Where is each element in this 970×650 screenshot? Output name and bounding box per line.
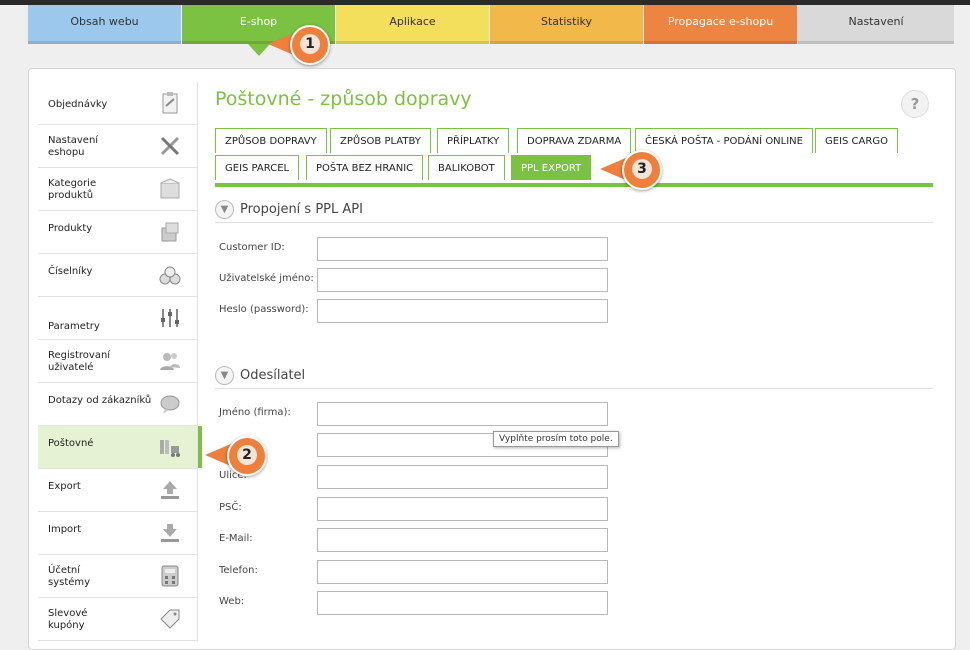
sidebar-item-label: Účetní systémy: [48, 565, 91, 588]
tab-geis-cargo[interactable]: GEIS CARGO: [815, 128, 898, 153]
arrow-down-circle-icon: ▼: [215, 366, 234, 385]
field-label: Jméno (firma):: [219, 407, 291, 418]
sidebar: Objednávky Nastavení eshopu Kategorie pr…: [38, 82, 202, 641]
users-icon: [160, 353, 180, 370]
section-divider: [215, 222, 933, 223]
tab-geis-parcel[interactable]: GEIS PARCEL: [215, 155, 300, 180]
sidebar-item-ucetni-systemy[interactable]: Účetní systémy: [38, 555, 198, 598]
arrow-down-circle-icon: ▼: [215, 200, 234, 219]
coupon-tag-icon: [160, 609, 180, 629]
calculator-icon: [161, 565, 179, 587]
nav-tab-label: Nastavení: [848, 15, 904, 28]
sidebar-item-export[interactable]: Export: [38, 469, 198, 512]
sidebar-item-import[interactable]: Import: [38, 512, 198, 555]
callout-badge: 1: [290, 25, 330, 65]
sidebar-item-registrovani[interactable]: Registrovaní uživatelé: [38, 340, 198, 383]
nav-tab-aplikace[interactable]: Aplikace: [336, 5, 489, 44]
coins-icon: [159, 266, 181, 285]
export-icon: [161, 481, 179, 499]
customer-id-input[interactable]: [317, 237, 608, 261]
zip-input[interactable]: [317, 497, 608, 521]
sidebar-item-parametry[interactable]: Parametry: [38, 297, 198, 340]
sidebar-item-postovne[interactable]: Poštovné: [38, 426, 202, 469]
box-open-icon: [160, 178, 180, 199]
sidebar-item-label: Dotazy od zákazníků: [48, 395, 152, 406]
callout-badge: 2: [227, 436, 267, 476]
nav-tab-label: Statistiky: [541, 15, 592, 28]
callout-3: 3: [600, 150, 662, 190]
sidebar-item-label: Registrovaní uživatelé: [48, 350, 111, 373]
sidebar-item-dotazy[interactable]: Dotazy od zákazníků: [38, 383, 198, 426]
sidebar-item-label: Číselníky: [48, 266, 93, 277]
sidebar-item-kategorie[interactable]: Kategorie produktů: [38, 168, 198, 211]
callout-number: 1: [300, 34, 320, 54]
sliders-icon: [161, 309, 179, 327]
nav-tab-nastaveni[interactable]: Nastavení: [798, 5, 954, 44]
sidebar-item-ciselniky[interactable]: Číselníky: [38, 254, 198, 297]
nav-tab-statistiky[interactable]: Statistiky: [490, 5, 643, 44]
web-input[interactable]: [317, 591, 608, 615]
import-icon: [161, 524, 179, 542]
boxes-icon: [161, 222, 179, 242]
field-label: PSČ:: [219, 502, 242, 513]
field-label: Uživatelské jméno:: [219, 273, 314, 284]
sidebar-item-label: Import: [48, 524, 82, 535]
nav-tab-label: Aplikace: [389, 15, 436, 28]
section-divider: [215, 388, 933, 389]
field-label: Heslo (password):: [219, 304, 309, 315]
nav-tab-label: Propagace e-shopu: [667, 15, 774, 28]
callout-badge: 3: [622, 150, 662, 190]
sidebar-item-label: Objednávky: [48, 99, 108, 110]
callout-1: 1: [268, 25, 330, 65]
sidebar-item-label: Produkty: [48, 223, 93, 234]
tab-underline: [215, 183, 933, 187]
sidebar-item-label: Nastavení eshopu: [48, 135, 99, 158]
field-label: Telefon:: [219, 565, 258, 576]
sidebar-divider: [197, 82, 198, 642]
section-odesilatel: ▼ Odesílatel: [215, 366, 305, 385]
sidebar-item-label: Poštovné: [48, 438, 94, 449]
field-label: E-Mail:: [219, 533, 253, 544]
section-title: Odesílatel: [240, 368, 306, 383]
sidebar-item-label: Parametry: [48, 321, 100, 332]
sidebar-item-nastaveni-eshopu[interactable]: Nastavení eshopu: [38, 125, 198, 168]
clipboard-icon: [162, 92, 178, 114]
street-input[interactable]: [317, 465, 608, 489]
nav-tab-label: Obsah webu: [70, 15, 139, 28]
callout-number: 3: [632, 159, 652, 179]
nav-tab-propagace[interactable]: Propagace e-shopu: [644, 5, 797, 44]
tab-balikobot[interactable]: BALIKOBOT: [428, 155, 505, 180]
section-ppl-api: ▼ Propojení s PPL API: [215, 200, 363, 219]
validation-tooltip: Vyplňte prosím toto pole.: [493, 431, 619, 447]
tab-zpusob-dopravy[interactable]: ZPŮSOB DOPRAVY: [215, 128, 327, 153]
sidebar-item-label: Export: [48, 481, 81, 492]
tab-priplatky[interactable]: PŘÍPLATKY: [437, 128, 510, 153]
delivery-truck-icon: [160, 440, 180, 457]
email-input[interactable]: [317, 528, 608, 552]
username-input[interactable]: [317, 268, 608, 292]
main-navigation: Obsah webu E-shop Aplikace Statistiky Pr…: [0, 5, 970, 56]
field-label: Web:: [219, 596, 245, 607]
tools-icon: [160, 136, 180, 156]
field-label: Customer ID:: [219, 242, 285, 253]
tab-ppl-export[interactable]: PPL EXPORT: [511, 155, 592, 180]
nav-tab-obsah-webu[interactable]: Obsah webu: [28, 5, 181, 44]
sidebar-item-label: Kategorie produktů: [48, 178, 97, 201]
page-title: Poštovné - způsob dopravy: [215, 88, 472, 110]
chat-icon: [160, 395, 180, 414]
section-title: Propojení s PPL API: [240, 202, 363, 217]
callout-number: 2: [237, 445, 257, 465]
sender-name-input[interactable]: [317, 402, 608, 426]
sidebar-item-produkty[interactable]: Produkty: [38, 211, 198, 254]
sidebar-item-objednavky[interactable]: Objednávky: [38, 82, 198, 125]
sidebar-item-label: Slevové kupóny: [48, 608, 88, 631]
phone-input[interactable]: [317, 560, 608, 584]
tab-posta-bez-hranic[interactable]: POŠTA BEZ HRANIC: [306, 155, 424, 180]
sidebar-item-slevove-kupony[interactable]: Slevové kupóny: [38, 598, 198, 641]
help-icon[interactable]: ?: [901, 90, 929, 118]
tab-zpusob-platby[interactable]: ZPŮSOB PLATBY: [330, 128, 431, 153]
password-input[interactable]: [317, 299, 608, 323]
callout-2: 2: [205, 436, 267, 476]
